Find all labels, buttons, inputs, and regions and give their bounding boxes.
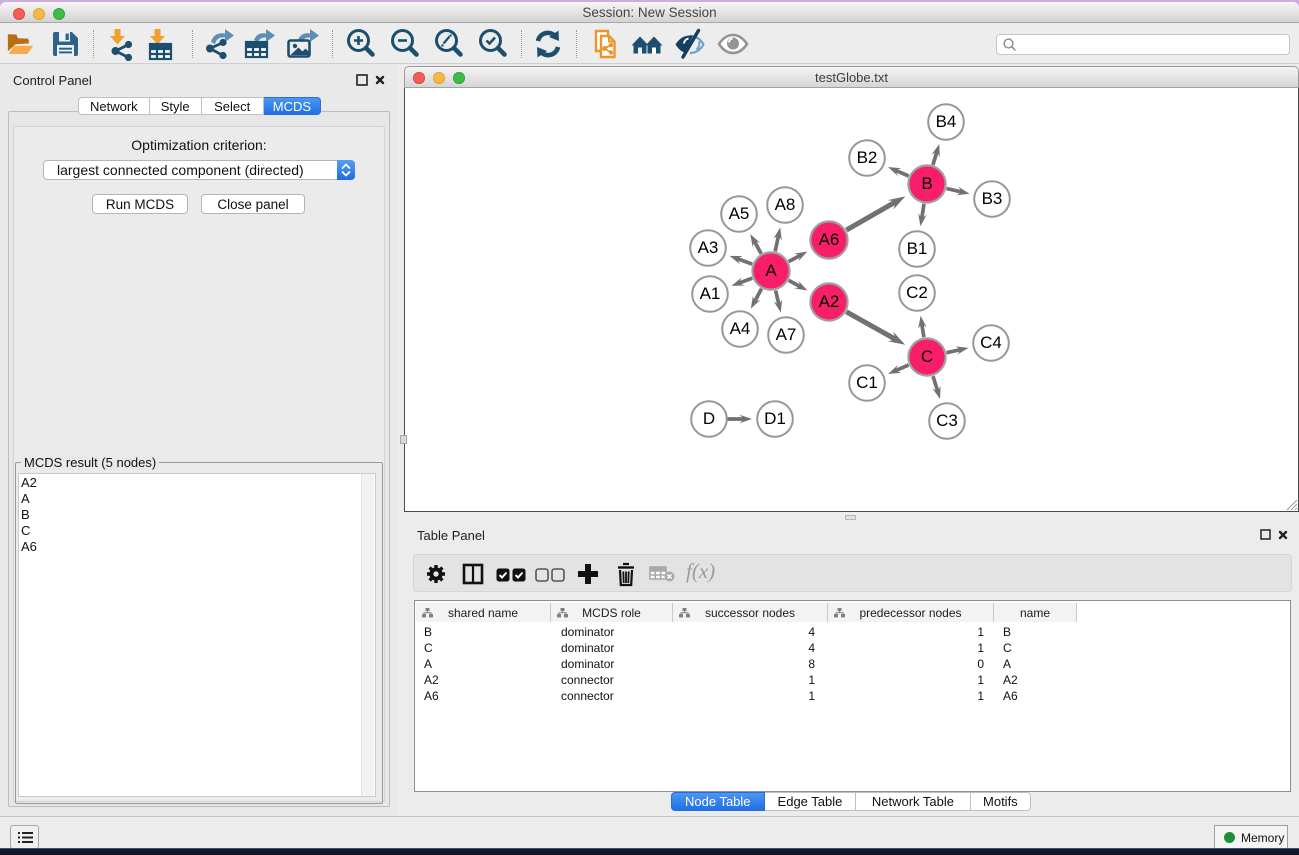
svg-text:A7: A7 <box>776 325 797 344</box>
svg-text:C2: C2 <box>906 283 928 302</box>
svg-text:A4: A4 <box>730 319 751 338</box>
svg-text:A6: A6 <box>819 230 840 249</box>
svg-text:B1: B1 <box>907 239 928 258</box>
svg-text:B3: B3 <box>982 189 1003 208</box>
svg-text:A8: A8 <box>775 195 796 214</box>
svg-text:C: C <box>921 347 933 366</box>
svg-text:A3: A3 <box>698 238 719 257</box>
svg-text:A2: A2 <box>819 292 840 311</box>
svg-text:B4: B4 <box>936 112 957 131</box>
svg-text:B2: B2 <box>857 148 878 167</box>
svg-text:C4: C4 <box>980 333 1002 352</box>
svg-text:A1: A1 <box>700 284 721 303</box>
svg-text:A: A <box>765 261 777 280</box>
svg-text:D1: D1 <box>764 409 786 428</box>
svg-text:D: D <box>703 409 715 428</box>
svg-text:B: B <box>921 174 932 193</box>
svg-text:A5: A5 <box>729 204 750 223</box>
svg-text:C3: C3 <box>936 411 958 430</box>
svg-text:C1: C1 <box>856 373 878 392</box>
